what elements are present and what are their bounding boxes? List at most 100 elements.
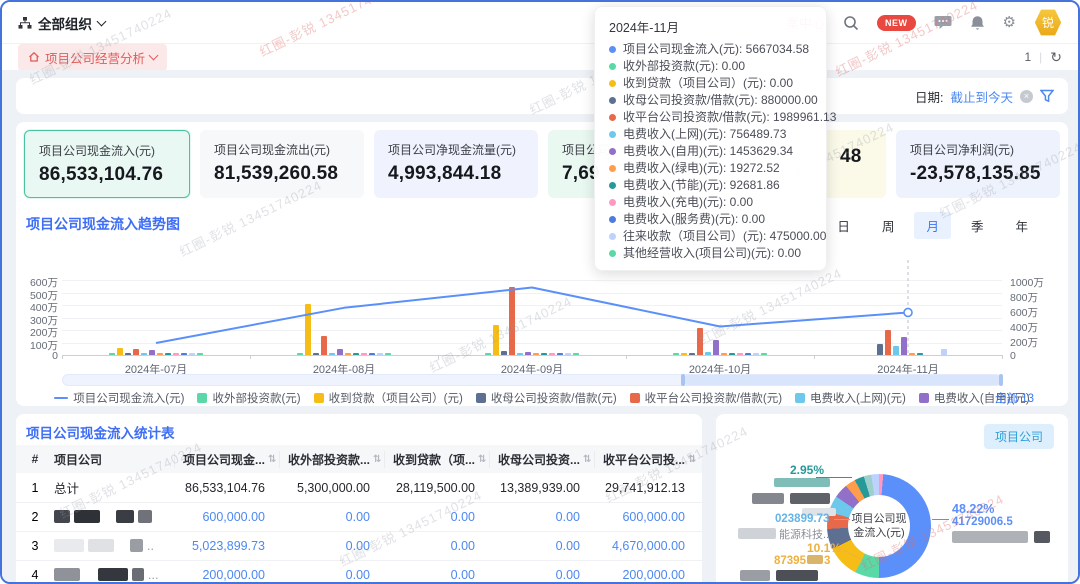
legend-label: 收外部投资款(元) xyxy=(212,390,300,406)
datazoom-handle-left[interactable] xyxy=(681,374,685,386)
table-cell-value: 0.00 xyxy=(384,510,489,524)
tooltip-item: 电费收入(服务费)(元): 0.00 xyxy=(609,211,812,228)
name-suffix: .. xyxy=(147,539,154,553)
bar-电费收入(节能)(元) xyxy=(729,353,735,355)
datazoom-selection[interactable] xyxy=(683,375,1001,385)
bar-电费收入(自用)(元) xyxy=(713,340,719,355)
datazoom-slider[interactable] xyxy=(62,374,1002,386)
sort-icon[interactable]: ⇅ xyxy=(583,454,591,465)
bar-收母公司投资款/借款(元) xyxy=(689,353,695,355)
datazoom-handle-right[interactable] xyxy=(999,374,1003,386)
org-selector[interactable]: 全部组织 xyxy=(18,13,105,33)
sort-icon[interactable]: ⇅ xyxy=(478,454,486,465)
refresh-icon[interactable]: ↻ xyxy=(1050,49,1062,66)
bar-电费收入(绿电)(元) xyxy=(721,353,727,355)
table-col-header[interactable]: 收到贷款（项...⇅ xyxy=(384,451,489,468)
donut-center-line1: 项目公司现 xyxy=(852,512,907,526)
table-col-header[interactable]: 收母公司投资...⇅ xyxy=(489,451,594,468)
legend-item[interactable]: 收母公司投资款/借款(元) xyxy=(476,390,617,406)
date-filter-value[interactable]: 截止到今天 xyxy=(950,87,1013,106)
tab-bar: 项目公司经营分析 1 | ↻ xyxy=(2,44,1078,70)
table-header-row: #项目公司项目公司现金...⇅收外部投资款...⇅收到贷款（项...⇅收母公司投… xyxy=(16,445,702,473)
bar-收到贷款（项目公司）(元) xyxy=(117,348,123,356)
bar-电费收入(自用)(元) xyxy=(337,349,343,355)
user-avatar[interactable]: 锐 xyxy=(1034,9,1062,37)
filter-funnel-icon[interactable] xyxy=(1040,89,1054,103)
value-prefix: 87395 xyxy=(774,555,806,567)
table-cell-value: 28,119,500.00 xyxy=(384,481,489,495)
tooltip-title: 2024年-11月 xyxy=(609,17,812,36)
y-axis-right-label: 800万 xyxy=(1010,290,1038,305)
col-header-label: # xyxy=(32,452,39,466)
table-col-header[interactable]: 收平台公司投...⇅ xyxy=(594,451,699,468)
bar-收平台公司投资款/借款(元) xyxy=(509,287,515,355)
legend-square-marker xyxy=(314,393,324,403)
table-cell-value: 4,670,000.00 xyxy=(594,539,699,553)
bar-收母公司投资款/借款(元) xyxy=(313,353,319,355)
page-indicator: 1 xyxy=(1024,50,1031,64)
y-axis-right-label: 0 xyxy=(1010,350,1016,362)
bar-电费收入(充电)(元) xyxy=(737,353,743,355)
new-badge[interactable]: NEW xyxy=(877,15,916,31)
bar-电费收入(节能)(元) xyxy=(353,353,359,355)
bar-收平台公司投资款/借款(元) xyxy=(885,330,891,355)
tab-project-company-analysis[interactable]: 项目公司经营分析 xyxy=(18,44,167,71)
table-cell-value: 29,741,912.13 xyxy=(594,481,699,495)
tooltip-series-dot xyxy=(609,165,616,172)
table-cell-value: 5,023,899.73 xyxy=(174,539,279,553)
tooltip-item: 电费收入(绿电)(元): 19272.52 xyxy=(609,160,812,177)
donut-panel: 项目公司 项目公司现 金流入(元) 2.95% 023899.73 能源科技..… xyxy=(716,414,1068,584)
tooltip-series-dot xyxy=(609,131,616,138)
bar-收平台公司投资款/借款(元) xyxy=(697,328,703,355)
clear-filter-icon[interactable]: × xyxy=(1020,90,1033,103)
legend-show-all[interactable]: 全部 13 xyxy=(995,390,1034,406)
redacted-name xyxy=(776,570,818,581)
bar-电费收入(充电)(元) xyxy=(549,353,555,355)
donut-filter-badge[interactable]: 项目公司 xyxy=(984,424,1054,449)
notification-bell-icon[interactable] xyxy=(970,15,985,31)
sort-icon[interactable]: ⇅ xyxy=(268,454,276,465)
tooltip-items: 项目公司现金流入(元): 5667034.58收外部投资款(元): 0.00收到… xyxy=(609,41,812,262)
gridline xyxy=(62,280,1002,281)
legend-item[interactable]: 收外部投资款(元) xyxy=(197,390,300,406)
settings-gear-icon[interactable]: ⚙ xyxy=(1003,15,1016,30)
tooltip-item-text: 收外部投资款(元): 0.00 xyxy=(623,58,745,75)
sort-icon[interactable]: ⇅ xyxy=(373,454,381,465)
table-cell-value: 0.00 xyxy=(489,568,594,582)
redacted-company-name xyxy=(138,510,152,523)
search-icon[interactable] xyxy=(843,15,859,31)
table-cell-value: 13,389,939.00 xyxy=(489,481,594,495)
donut-label-bottom-value: 87395 3 xyxy=(774,555,830,567)
row-number: 4 xyxy=(16,568,54,582)
bar-往来收款（项目公司）(元) xyxy=(753,353,759,355)
value-suffix: 3 xyxy=(824,555,830,567)
legend-item[interactable]: 收平台公司投资款/借款(元) xyxy=(630,390,782,406)
legend-square-marker xyxy=(197,393,207,403)
tooltip-item: 其他经营收入(项目公司)(元): 0.00 xyxy=(609,245,812,262)
divider: | xyxy=(1039,50,1042,64)
tooltip-item: 电费收入(自用)(元): 1453629.34 xyxy=(609,143,812,160)
table-col-header[interactable]: 项目公司现金...⇅ xyxy=(174,451,279,468)
bar-电费收入(自用)(元) xyxy=(149,350,155,355)
gridline xyxy=(62,305,1002,306)
legend-item[interactable]: 电费收入(上网)(元) xyxy=(795,390,906,406)
sort-icon[interactable]: ⇅ xyxy=(688,454,696,465)
legend-item[interactable]: 项目公司现金流入(元) xyxy=(54,390,184,406)
tooltip-series-dot xyxy=(609,80,616,87)
bar-其他经营收入(项目公司)(元) xyxy=(761,353,767,355)
tooltip-series-dot xyxy=(609,148,616,155)
table-col-header[interactable]: 收外部投资款...⇅ xyxy=(279,451,384,468)
leader-line-right xyxy=(932,519,949,520)
donut-label-left-value: 023899.73 xyxy=(775,513,829,525)
redacted-company-name xyxy=(88,539,114,552)
chevron-down-icon xyxy=(149,51,159,61)
trend-chart-plot[interactable]: 600万500万400万300万200万100万01000万800万600万40… xyxy=(16,122,1068,406)
top-bar: 全部组织 案中心 NEW ⚙ 锐 xyxy=(2,2,1078,44)
legend-label: 项目公司现金流入(元) xyxy=(73,390,184,406)
message-icon[interactable] xyxy=(934,15,952,30)
legend-item[interactable]: 收到贷款（项目公司）(元) xyxy=(314,390,463,406)
col-header-label: 收平台公司投... xyxy=(603,451,685,468)
y-axis-right-label: 600万 xyxy=(1010,305,1038,320)
table-cell-value: 200,000.00 xyxy=(174,568,279,582)
bar-收母公司投资款/借款(元) xyxy=(501,351,507,355)
